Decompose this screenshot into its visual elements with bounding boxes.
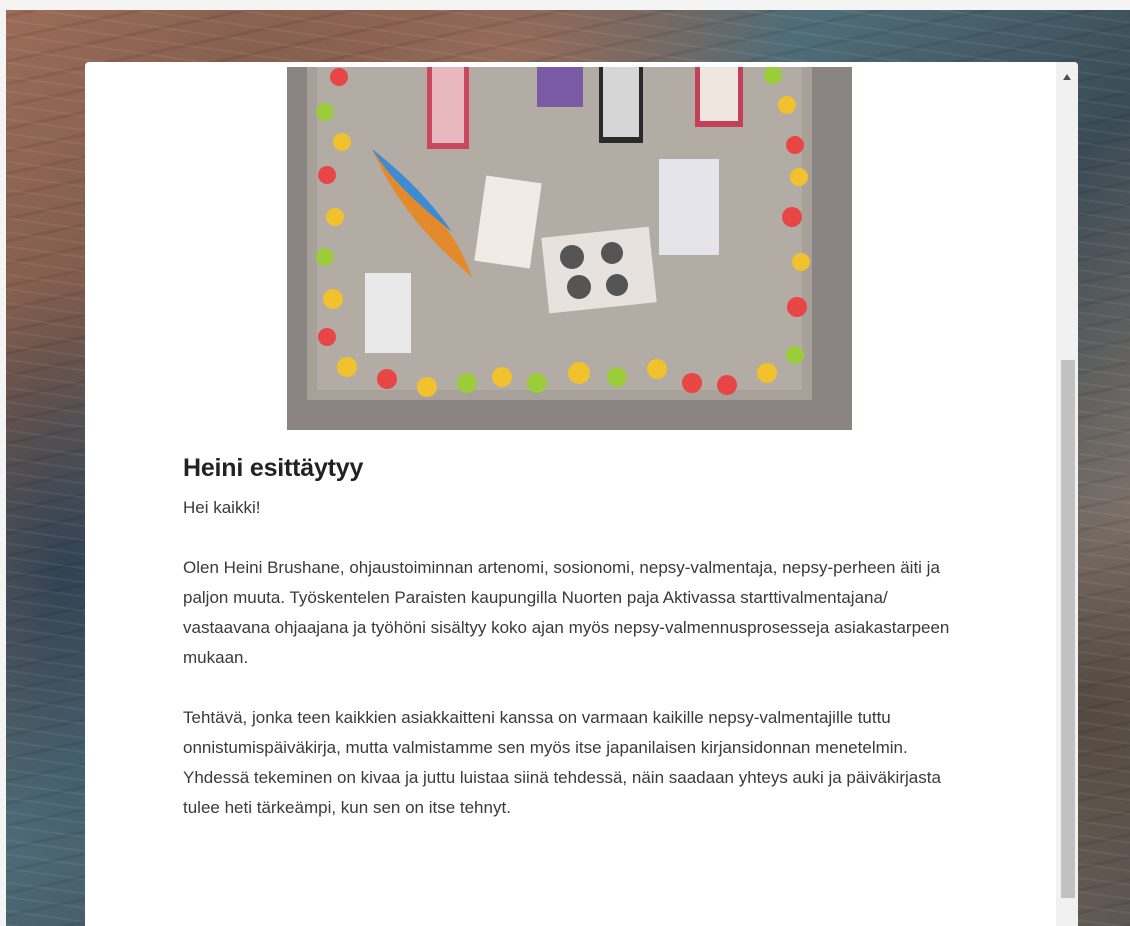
vertical-scrollbar[interactable] xyxy=(1056,62,1078,926)
scroll-thumb[interactable] xyxy=(1061,360,1075,898)
post-content: Heini esittäytyy Hei kaikki! Olen Heini … xyxy=(183,454,973,823)
modal-panel: Heini esittäytyy Hei kaikki! Olen Heini … xyxy=(85,62,1078,926)
post-greeting: Hei kaikki! xyxy=(183,498,261,517)
post-paragraph-2: Tehtävä, jonka teen kaikkien asiakkaitte… xyxy=(183,708,941,817)
post-paragraph-1: Olen Heini Brushane, ohjaustoiminnan art… xyxy=(183,558,950,667)
bulletin-board-photo xyxy=(287,67,852,430)
triangle-up-icon xyxy=(1063,74,1071,80)
scroll-up-button[interactable] xyxy=(1056,66,1078,88)
post-image xyxy=(287,67,852,430)
post-title: Heini esittäytyy xyxy=(183,454,364,482)
